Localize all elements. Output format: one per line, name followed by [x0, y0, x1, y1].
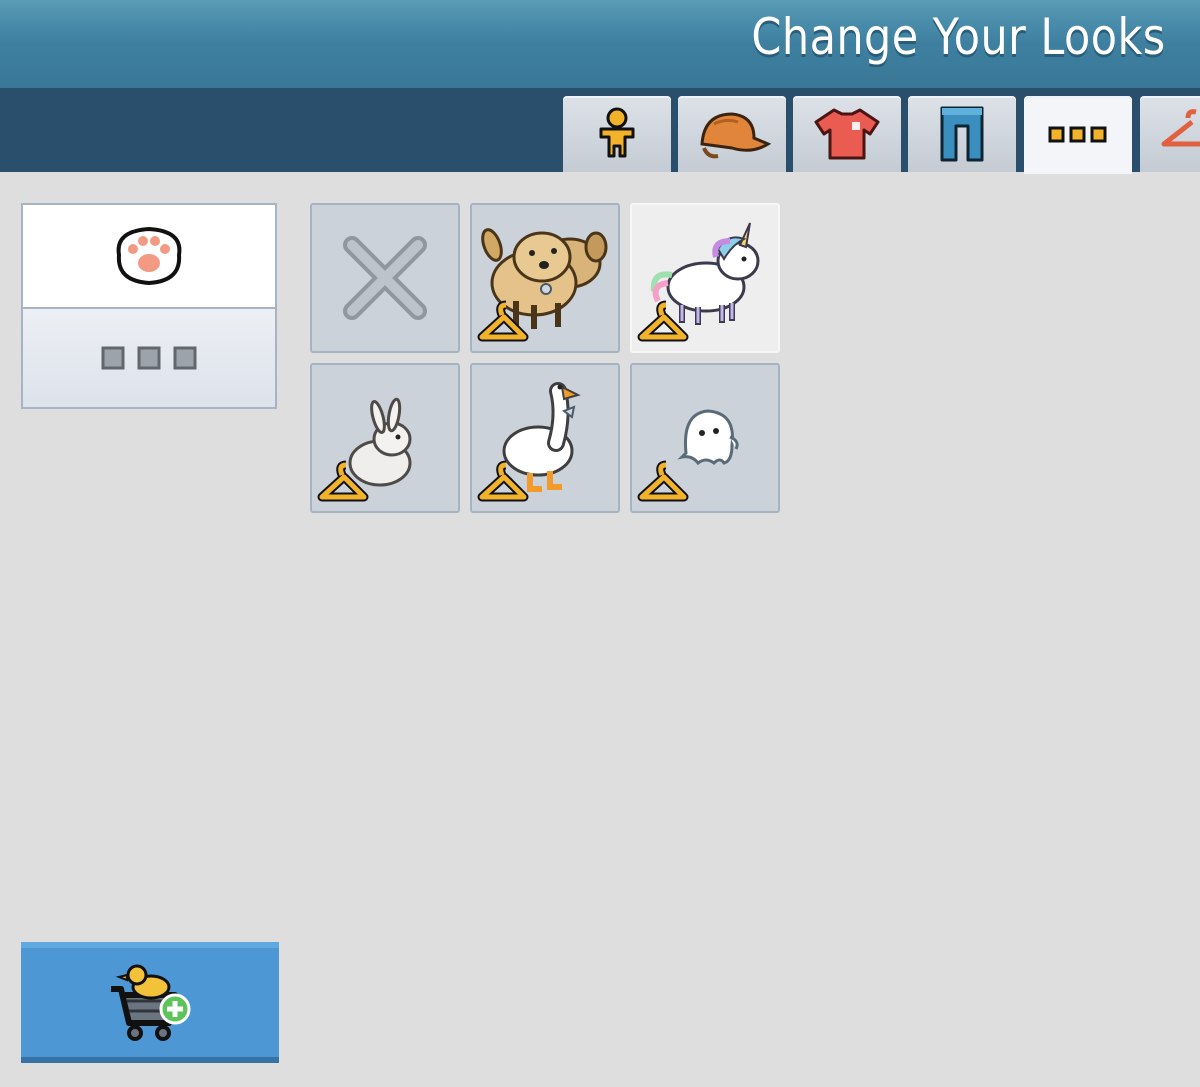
window-header: Change Your Looks: [0, 0, 1200, 88]
wardrobe-badge-icon: [637, 460, 689, 502]
wardrobe-badge-icon: [477, 460, 529, 502]
item-remove[interactable]: [310, 203, 460, 353]
window-title: Change Your Looks: [751, 8, 1166, 66]
tab-bottoms[interactable]: [908, 96, 1016, 172]
cap-icon: [700, 112, 772, 159]
tab-wardrobe[interactable]: [1140, 96, 1200, 172]
category-pets[interactable]: [23, 205, 275, 309]
wardrobe-badge-icon: [477, 300, 529, 342]
paw-icon: [116, 226, 182, 286]
more-icon: [101, 346, 197, 370]
item-goose[interactable]: [470, 363, 620, 513]
shop-add-to-cart-button[interactable]: [21, 942, 279, 1063]
tab-more[interactable]: [1024, 96, 1132, 174]
shirt-icon: [814, 108, 880, 160]
wardrobe-badge-icon: [637, 300, 689, 342]
tab-hats[interactable]: [678, 96, 786, 172]
item-bunny[interactable]: [310, 363, 460, 513]
item-unicorn[interactable]: [630, 203, 780, 353]
hanger-icon: [1161, 109, 1200, 147]
item-puppies[interactable]: [470, 203, 620, 353]
more-icon: [1048, 126, 1107, 143]
tab-body[interactable]: [563, 96, 671, 172]
remove-x-icon: [343, 236, 427, 320]
wardrobe-badge-icon: [317, 460, 369, 502]
category-more[interactable]: [23, 309, 275, 407]
tab-bar: [0, 88, 1200, 174]
tab-tops[interactable]: [793, 96, 901, 172]
duck-cart-add-icon: [111, 964, 191, 1041]
pants-icon: [940, 106, 984, 162]
category-panel: [21, 203, 277, 409]
item-ghost[interactable]: [630, 363, 780, 513]
figure-icon: [599, 107, 635, 158]
